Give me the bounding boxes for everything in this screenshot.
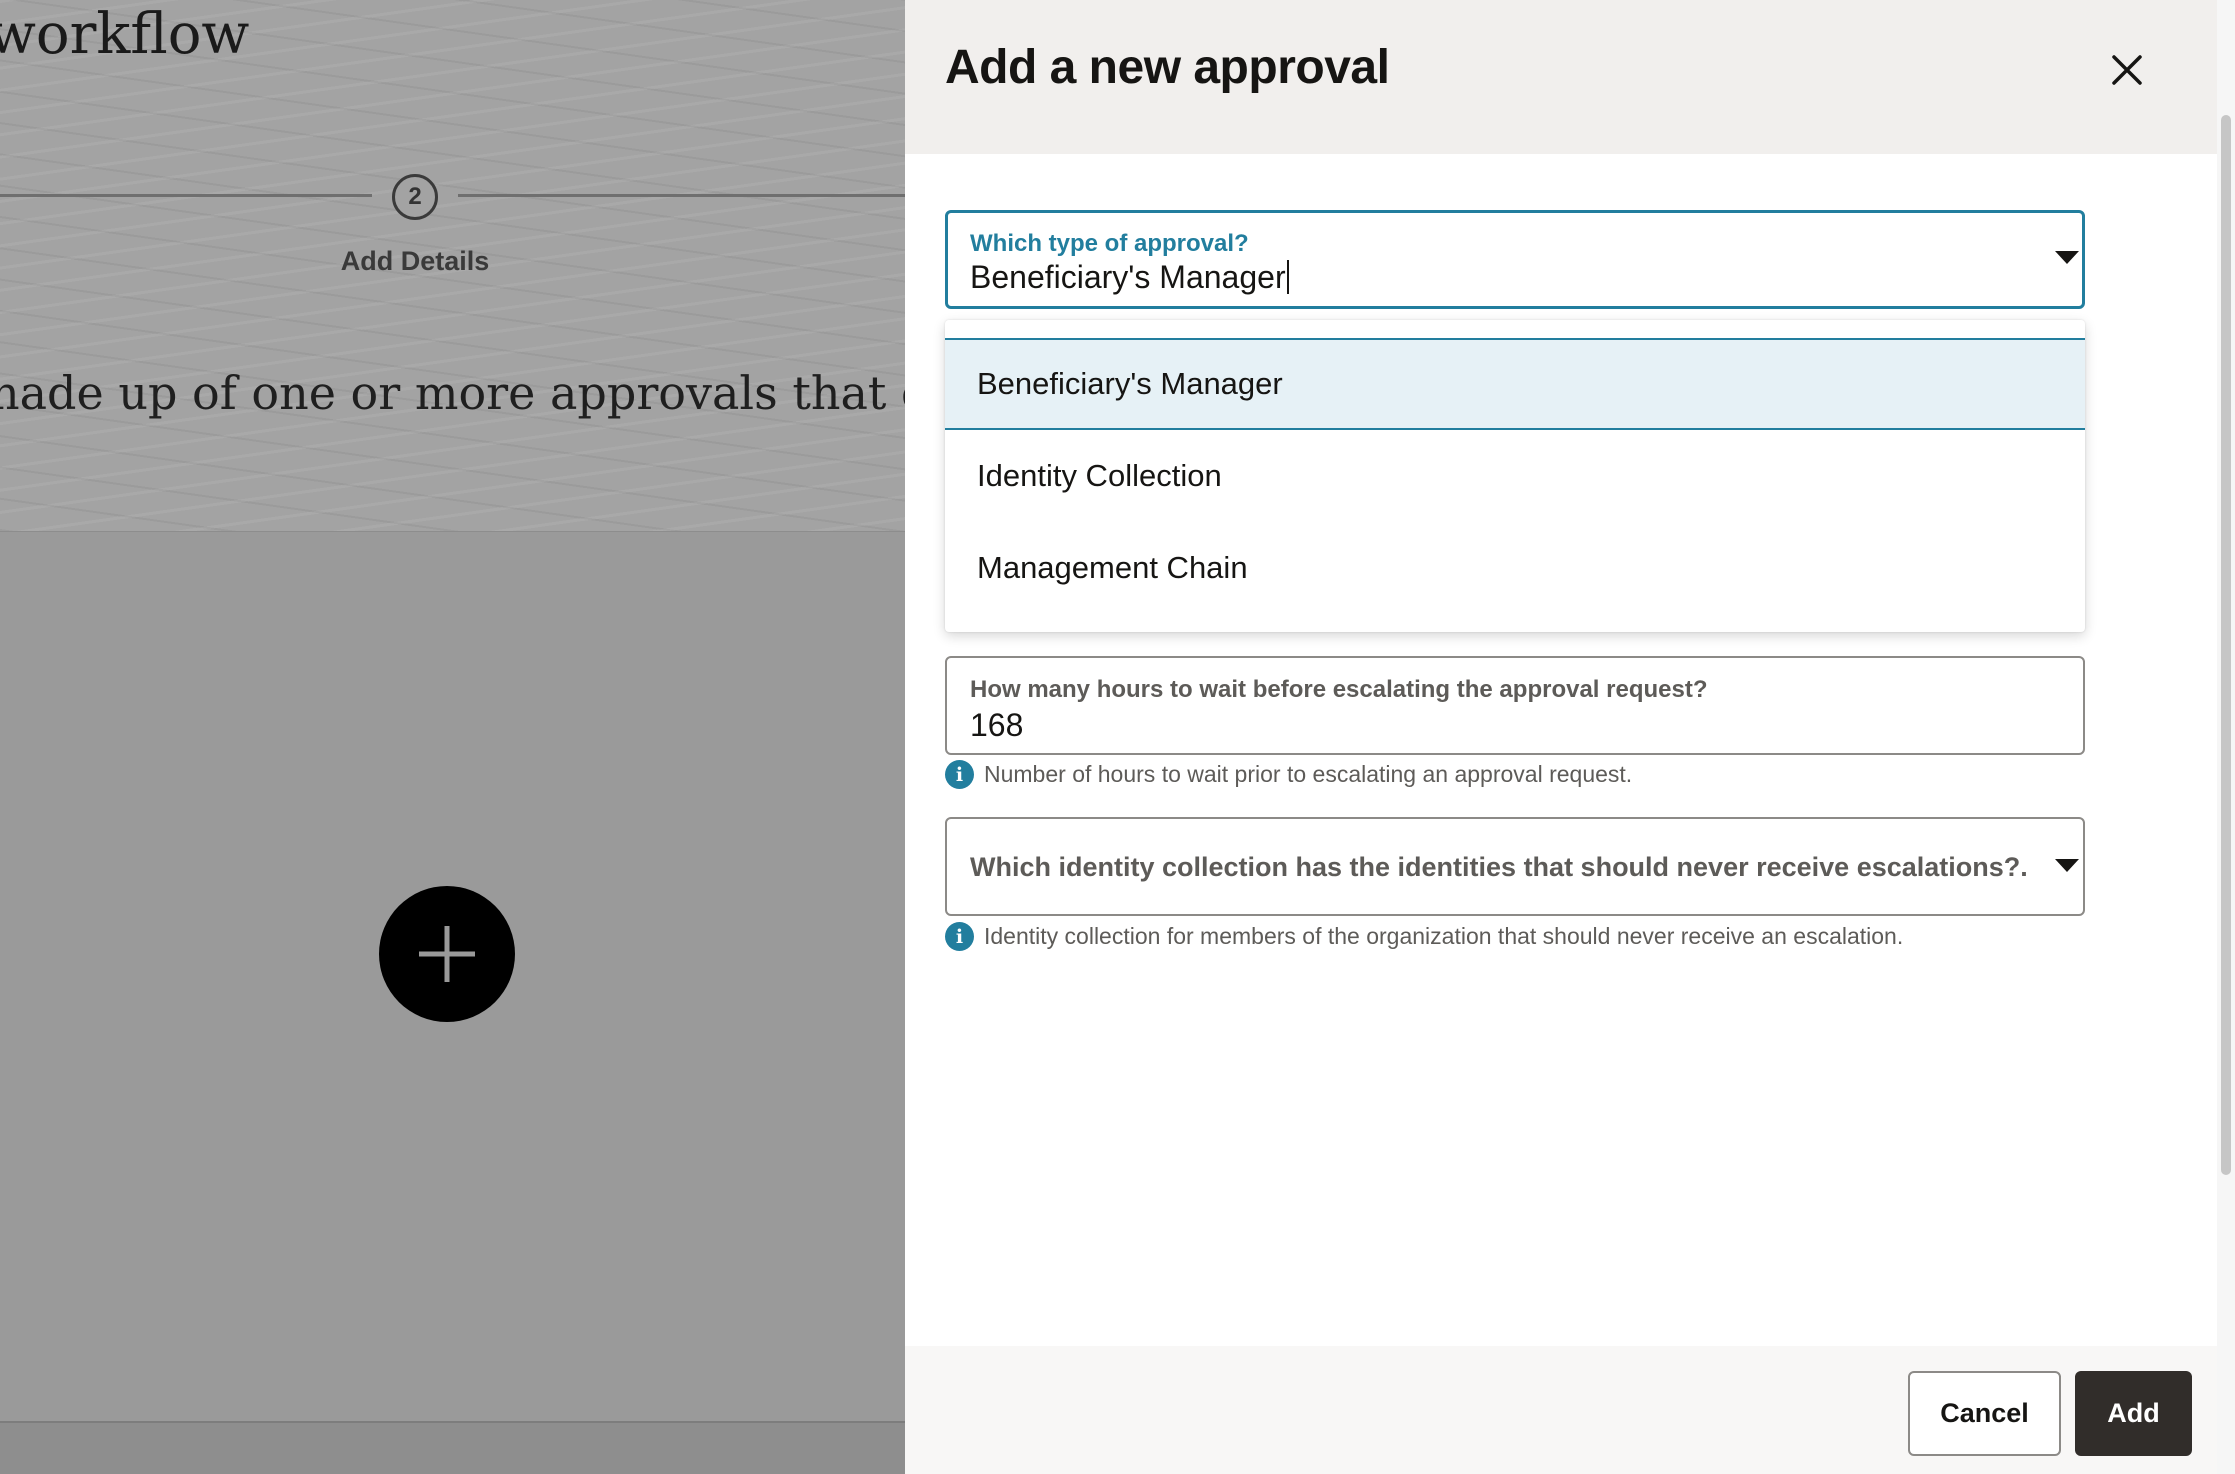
close-button[interactable] (2103, 46, 2151, 94)
no-escalation-collection-placeholder: Which identity collection has the identi… (970, 852, 2028, 882)
option-beneficiarys-manager[interactable]: Beneficiary's Manager (945, 338, 2085, 430)
stepper-line (458, 194, 905, 197)
drawer-scrollbar[interactable] (2217, 0, 2235, 1474)
stepper-line (0, 194, 372, 197)
no-escalation-collection-select[interactable]: Which identity collection has the identi… (945, 817, 2085, 916)
approval-type-label: Which type of approval? (970, 230, 1249, 257)
escalation-hours-field[interactable]: How many hours to wait before escalating… (945, 656, 2085, 755)
escalation-hours-input[interactable]: 168 (970, 707, 1023, 744)
approval-type-dropdown-toggle[interactable] (2055, 246, 2079, 270)
drawer-footer: Cancel Add (905, 1346, 2217, 1474)
scrollbar-thumb[interactable] (2221, 115, 2231, 1175)
no-escalation-collection-help: i Identity collection for members of the… (945, 922, 1903, 951)
escalation-hours-help: i Number of hours to wait prior to escal… (945, 760, 1632, 789)
step-label: Add Details (340, 246, 490, 276)
approval-type-combobox[interactable]: Which type of approval? Beneficiary's Ma… (945, 210, 2085, 309)
step-indicator: 2 (392, 174, 438, 220)
page-title: workflow (0, 2, 250, 67)
approval-type-listbox: Beneficiary's Manager Identity Collectio… (945, 320, 2085, 632)
add-approval-drawer: Add a new approval Which type of approva… (905, 0, 2235, 1474)
option-identity-collection[interactable]: Identity Collection (945, 430, 2085, 522)
drawer-header: Add a new approval (905, 0, 2217, 154)
chevron-down-icon (2055, 859, 2079, 872)
plus-icon (419, 926, 475, 982)
cancel-button[interactable]: Cancel (1908, 1371, 2061, 1456)
add-approval-button[interactable] (379, 886, 515, 1022)
page-footer (0, 1423, 905, 1474)
background-page: workflow 2 Add Details nade up of one or… (0, 0, 905, 1474)
drawer-title: Add a new approval (945, 41, 1390, 94)
escalation-hours-label: How many hours to wait before escalating… (970, 676, 1708, 703)
chevron-down-icon (2055, 251, 2079, 264)
info-icon: i (945, 922, 974, 951)
option-management-chain[interactable]: Management Chain (945, 522, 2085, 614)
no-escalation-collection-help-text: Identity collection for members of the o… (984, 923, 1904, 949)
approval-type-input[interactable]: Beneficiary's Manager (970, 259, 1289, 296)
page-description: nade up of one or more approvals that de… (0, 366, 905, 420)
no-escalation-collection-dropdown-toggle[interactable] (2055, 854, 2079, 878)
info-icon: i (945, 760, 974, 789)
add-button[interactable]: Add (2075, 1371, 2192, 1456)
escalation-hours-help-text: Number of hours to wait prior to escalat… (984, 761, 1633, 787)
close-icon (2112, 55, 2142, 85)
